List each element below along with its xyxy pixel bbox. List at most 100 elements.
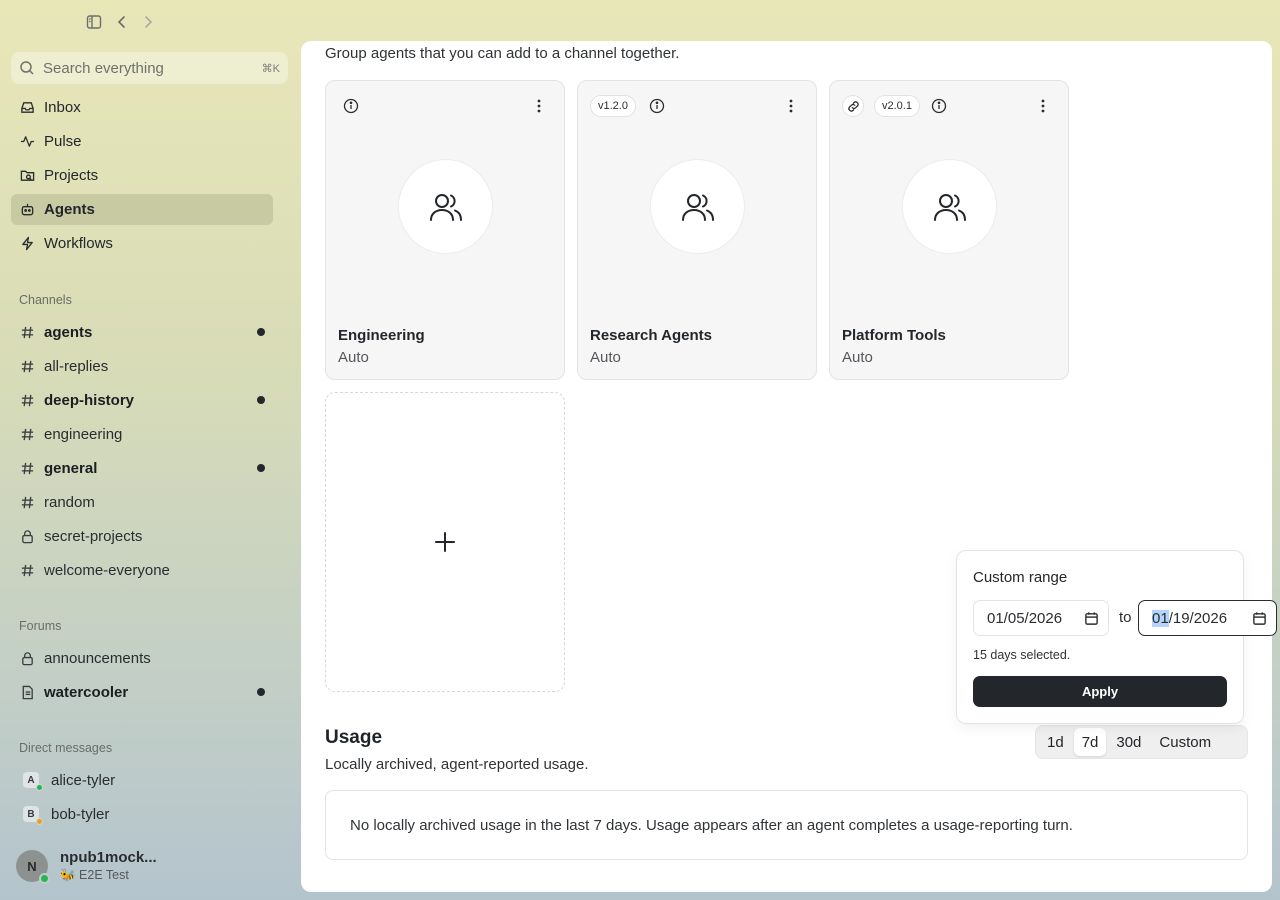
start-date-value: 01/05/2026	[987, 609, 1063, 627]
toggle-sidebar-icon[interactable]	[85, 13, 105, 33]
range-30d-button[interactable]: 30d	[1108, 728, 1149, 756]
hash-icon	[20, 359, 35, 374]
channel-random[interactable]: random	[11, 487, 273, 517]
forum-watercooler[interactable]: watercooler	[11, 677, 273, 707]
nav-inbox[interactable]: Inbox	[11, 92, 273, 123]
info-icon[interactable]	[342, 97, 360, 115]
avatar: B	[23, 806, 43, 825]
popover-title: Custom range	[973, 569, 1068, 586]
more-vertical-icon[interactable]	[1034, 97, 1052, 115]
main-panel: Group agents that you can add to a chann…	[301, 41, 1272, 892]
search-icon	[19, 60, 35, 76]
hash-icon	[20, 563, 35, 578]
agent-group-card[interactable]: v2.0.1 Platform Tools Auto	[829, 80, 1069, 380]
group-name: Platform Tools	[842, 327, 946, 344]
forum-announcements[interactable]: announcements	[11, 643, 273, 673]
away-status-dot	[36, 818, 43, 825]
channel-label: random	[44, 493, 95, 511]
range-custom-button[interactable]: Custom	[1151, 728, 1219, 756]
nav-workflows[interactable]: Workflows	[11, 228, 273, 259]
search-input[interactable]: Search everything ⌘K	[11, 52, 288, 84]
nav-projects[interactable]: Projects	[11, 160, 273, 191]
forums-heading: Forums	[19, 619, 62, 633]
channel-label: welcome-everyone	[44, 561, 170, 579]
users-icon	[902, 159, 997, 254]
nav-label: Pulse	[44, 133, 82, 150]
search-placeholder: Search everything	[43, 59, 164, 77]
section-description: Group agents that you can add to a chann…	[325, 45, 680, 62]
calendar-icon[interactable]	[1252, 611, 1267, 626]
channel-general[interactable]: general	[11, 453, 273, 483]
nav-label: Workflows	[44, 235, 113, 252]
direct-messages-heading: Direct messages	[19, 741, 113, 755]
hash-icon	[20, 325, 35, 340]
end-date-input[interactable]: 01/19/2026	[1138, 600, 1277, 636]
channel-engineering[interactable]: engineering	[11, 419, 273, 449]
more-vertical-icon[interactable]	[782, 97, 800, 115]
dm-label: alice-tyler	[51, 771, 116, 789]
info-icon[interactable]	[648, 97, 666, 115]
dm-alice-tyler[interactable]: A alice-tyler	[11, 765, 273, 795]
calendar-icon[interactable]	[1084, 611, 1099, 626]
channel-welcome-everyone[interactable]: welcome-everyone	[11, 555, 273, 585]
group-name: Engineering	[338, 327, 425, 344]
bot-icon	[20, 202, 35, 217]
hash-icon	[20, 427, 35, 442]
more-vertical-icon[interactable]	[530, 97, 548, 115]
forum-label: announcements	[44, 649, 151, 667]
agent-group-card[interactable]: Engineering Auto	[325, 80, 565, 380]
channel-deep-history[interactable]: deep-history	[11, 385, 273, 415]
user-initial: N	[27, 858, 37, 874]
usage-title: Usage	[325, 727, 383, 748]
version-badge: v1.2.0	[590, 95, 636, 117]
days-selected-text: 15 days selected.	[973, 648, 1071, 662]
usage-range-selector: 1d 7d 30d Custom	[1035, 725, 1248, 759]
info-icon[interactable]	[930, 97, 948, 115]
channel-label: secret-projects	[44, 527, 143, 545]
link-icon[interactable]	[842, 95, 864, 117]
search-shortcut: ⌘K	[261, 62, 280, 75]
channel-label: agents	[44, 323, 93, 341]
version-badge: v2.0.1	[874, 95, 920, 117]
users-icon	[398, 159, 493, 254]
channel-all-replies[interactable]: all-replies	[11, 351, 273, 381]
channels-heading: Channels	[19, 293, 72, 307]
range-1d-button[interactable]: 1d	[1039, 728, 1072, 756]
start-date-input[interactable]: 01/05/2026	[973, 600, 1109, 636]
forward-icon[interactable]	[140, 13, 160, 33]
online-status-dot	[36, 784, 43, 791]
channel-label: general	[44, 459, 98, 477]
users-icon	[650, 159, 745, 254]
user-status: 🐝 E2E Test	[60, 868, 129, 882]
nav-pulse[interactable]: Pulse	[11, 126, 273, 157]
add-group-button[interactable]	[325, 392, 565, 692]
nav-label: Inbox	[44, 99, 81, 116]
range-7d-button[interactable]: 7d	[1073, 728, 1107, 756]
empty-message: No locally archived usage in the last 7 …	[350, 816, 1073, 834]
avatar: A	[23, 772, 43, 791]
apply-button[interactable]: Apply	[973, 676, 1227, 707]
user-name: npub1mock...	[60, 849, 157, 866]
back-icon[interactable]	[114, 13, 134, 33]
inbox-icon	[20, 100, 35, 115]
channel-label: engineering	[44, 425, 123, 443]
document-icon	[20, 685, 35, 700]
unread-dot	[257, 328, 265, 336]
channel-secret-projects[interactable]: secret-projects	[11, 521, 273, 551]
activity-icon	[20, 134, 35, 149]
online-status-dot	[39, 873, 50, 884]
zap-icon	[20, 236, 35, 251]
agent-group-card[interactable]: v1.2.0 Research Agents Auto	[577, 80, 817, 380]
channel-agents[interactable]: agents	[11, 317, 273, 347]
group-mode: Auto	[338, 349, 369, 366]
to-label: to	[1119, 609, 1132, 626]
forum-label: watercooler	[44, 683, 129, 701]
nav-agents[interactable]: Agents	[11, 194, 273, 225]
avatar-initial: B	[27, 808, 35, 820]
hash-icon	[20, 393, 35, 408]
dm-bob-tyler[interactable]: B bob-tyler	[11, 799, 273, 829]
current-user[interactable]: N npub1mock... 🐝 E2E Test	[16, 849, 157, 884]
window-toolbar	[0, 0, 300, 44]
plus-icon	[433, 530, 457, 554]
avatar-initial: A	[27, 774, 35, 786]
